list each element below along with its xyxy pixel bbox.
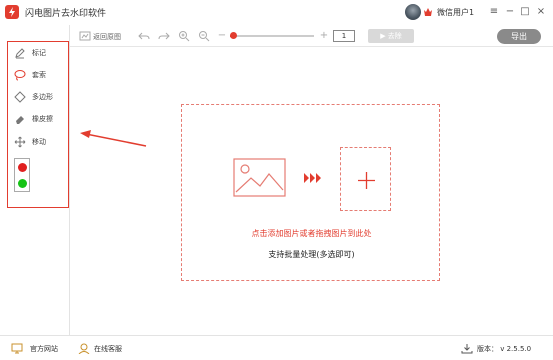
official-website-link[interactable]: 官方网站 [30,344,58,354]
add-plus-icon [358,172,375,189]
zoom-plus-button[interactable]: + [318,30,330,42]
minimize-button[interactable]: − [504,5,516,19]
color-green-swatch[interactable] [18,179,27,188]
maximize-button[interactable]: □ [519,5,531,19]
undo-icon[interactable] [138,30,150,42]
tool-highlight-box: 标记 套索 多边形 橡皮擦 移动 [7,41,69,208]
back-original-icon[interactable] [79,30,91,42]
image-placeholder-icon [233,158,286,197]
tool-eraser[interactable]: 橡皮擦 [12,112,66,126]
customer-service-icon [78,343,90,354]
zoom-out-icon[interactable] [198,30,210,42]
close-button[interactable]: × [535,5,547,19]
zoom-slider[interactable] [230,32,314,39]
user-name[interactable]: 微信用户1 [437,7,474,18]
tool-lasso-label: 套索 [32,71,46,79]
tool-lasso[interactable]: 套索 [12,68,66,82]
download-icon [461,344,473,354]
tool-eraser-label: 橡皮擦 [32,115,53,123]
title-bar: 闪电图片去水印软件 微信用户1 ≡ − □ × [0,0,553,25]
tool-move-label: 移动 [32,138,46,146]
redo-icon[interactable] [158,30,170,42]
zoom-in-icon[interactable] [178,30,190,42]
tool-polygon-label: 多边形 [32,93,53,101]
image-drop-zone[interactable]: 点击添加图片或者拖拽图片到此处 支持批量处理(多选即可) [181,104,440,281]
color-picker [14,158,30,192]
menu-button[interactable]: ≡ [488,5,500,19]
tool-mark-label: 标记 [32,49,46,57]
export-button[interactable]: 导出 [497,29,541,44]
drop-zone-prompt: 点击添加图片或者拖拽图片到此处 [251,229,372,238]
eraser-icon [16,116,24,124]
editor-toolbar: 返回原图 − + 1 ▶ 去除 导出 [70,25,553,47]
page-number-input[interactable]: 1 [333,30,355,42]
remove-watermark-button[interactable]: ▶ 去除 [368,29,414,43]
app-logo-icon [5,5,19,19]
version-label: 版本： v 2.5.5.0 [477,345,532,353]
app-title: 闪电图片去水印软件 [25,9,107,19]
lasso-icon [14,70,26,81]
tool-mark[interactable]: 标记 [12,46,66,60]
back-original-button[interactable]: 返回原图 [93,32,121,42]
monitor-icon [11,343,23,354]
annotation-arrow-icon [80,130,147,147]
move-icon [14,136,26,148]
forward-arrows-icon [304,173,321,183]
vip-crown-icon [424,8,432,16]
tool-move[interactable]: 移动 [12,135,66,149]
color-red-swatch[interactable] [18,163,27,172]
zoom-minus-button[interactable]: − [216,30,228,42]
user-avatar[interactable] [405,4,421,20]
drop-zone-subtext: 支持批量处理(多选即可) [268,250,355,259]
tool-polygon[interactable]: 多边形 [12,90,66,104]
tool-panel: 标记 套索 多边形 橡皮擦 移动 [0,25,70,335]
zoom-slider-handle[interactable] [230,32,238,39]
online-service-link[interactable]: 在线客服 [94,344,122,354]
add-image-box[interactable] [340,147,391,211]
pen-icon [15,48,25,59]
status-bar: 官方网站 在线客服 版本： v 2.5.5.0 [0,335,553,360]
polygon-icon [14,91,26,103]
